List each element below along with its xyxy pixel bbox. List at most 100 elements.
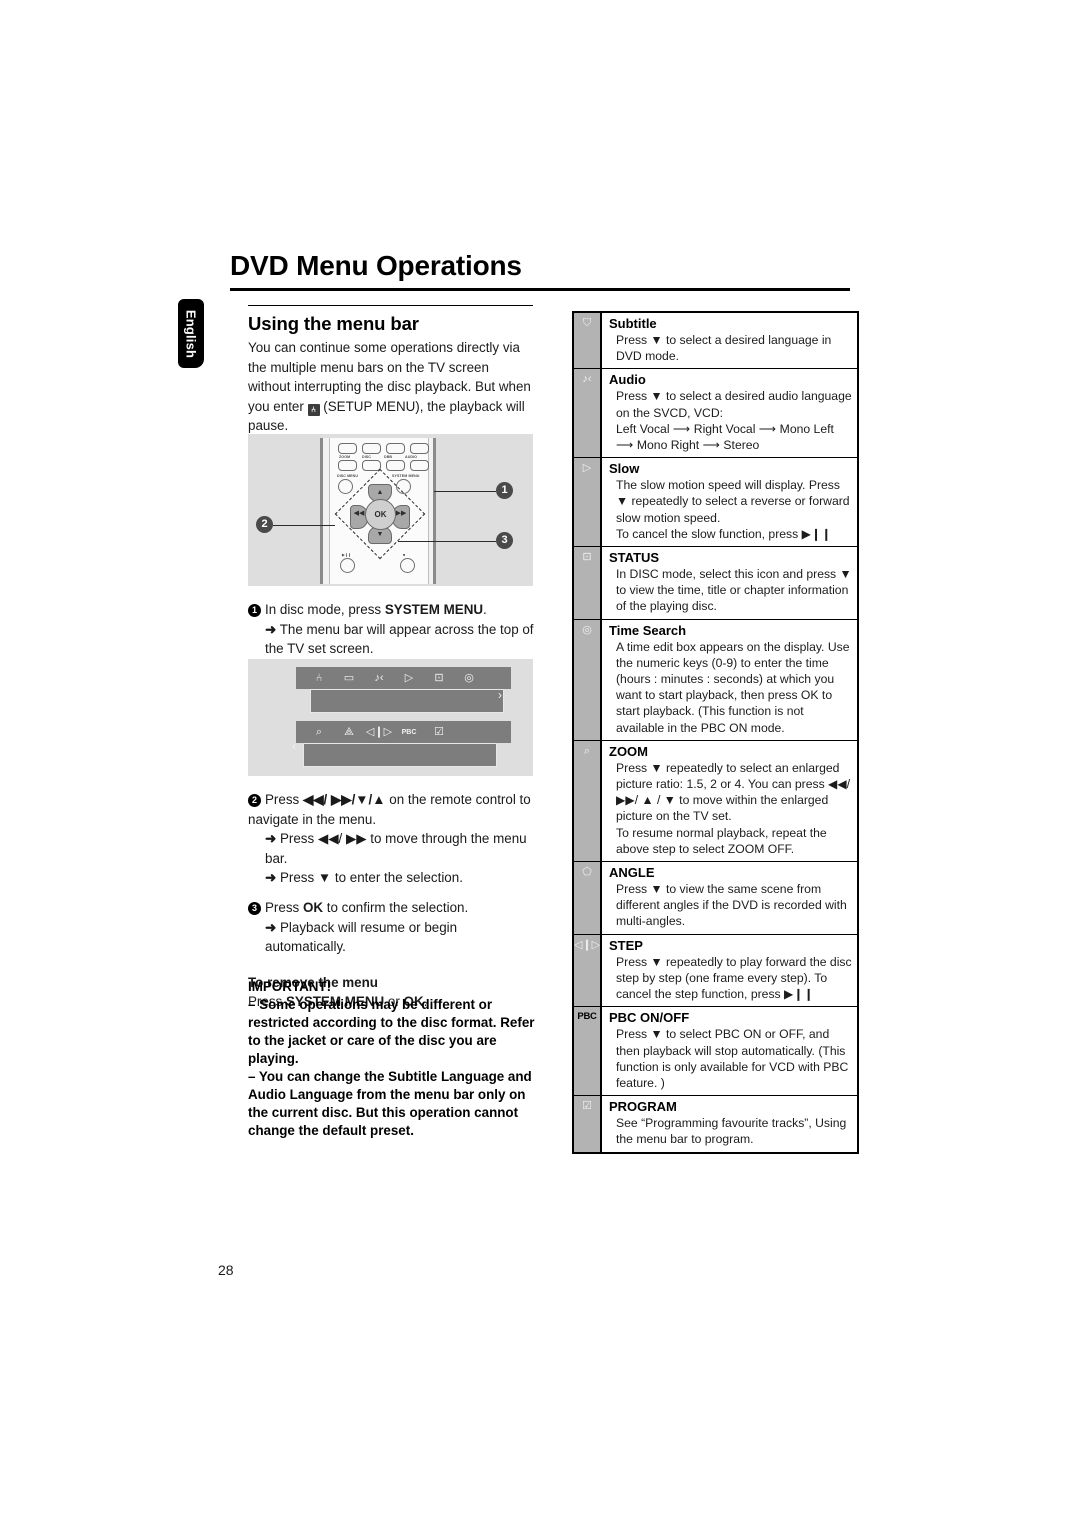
table-row-icon-cell: ⛉ bbox=[574, 313, 602, 369]
step-1-number: 1 bbox=[248, 604, 261, 617]
pbc-icon[interactable]: PBC bbox=[394, 729, 424, 736]
step-icon[interactable]: ◁❙▷ bbox=[364, 726, 394, 738]
audio-icon[interactable]: ♪‹ bbox=[364, 672, 394, 684]
remote-button-ok[interactable]: OK bbox=[365, 499, 396, 530]
step-2: 2 Press ◀◀/ ▶▶/▼/▲ on the remote control … bbox=[248, 790, 538, 829]
remote-label-zoom: ZOOM bbox=[339, 455, 351, 459]
remote-button-play-pause[interactable] bbox=[340, 558, 355, 573]
section-heading: Using the menu bar bbox=[248, 313, 419, 334]
pbc-icon: PBC bbox=[577, 1011, 597, 1023]
table-row-body: PROGRAM See “Programming favourite tracks… bbox=[602, 1096, 857, 1151]
step-2-sub-2: ➜ Press ▼ to enter the selection. bbox=[248, 868, 538, 888]
table-row-body: Subtitle Press ▼ to select a desired lang… bbox=[602, 313, 857, 368]
table-row-title: Subtitle bbox=[609, 316, 657, 331]
table-row: ◁❙▷ STEP Press ▼ repeatedly to play forwar… bbox=[574, 934, 857, 1008]
step-3-sub-1: ➜ Playback will resume or begin automati… bbox=[248, 918, 538, 957]
table-row-title: Slow bbox=[609, 461, 640, 477]
status-icon: ⊡ bbox=[582, 551, 592, 564]
step-3-sub-1-text: Playback will resume or begin automatica… bbox=[265, 919, 458, 955]
table-row-title: PROGRAM bbox=[609, 1099, 677, 1115]
table-row-body: PBC ON/OFF Press ▼ to select PBC ON or OF… bbox=[602, 1007, 857, 1095]
zoom-icon: ⌕ bbox=[583, 744, 591, 757]
step-3-text-before: Press bbox=[265, 899, 303, 915]
menu-bar-row-2-panel bbox=[303, 743, 497, 767]
menu-bar-row-2-icons: ⌕ ⟁ ◁❙▷ PBC ☑ bbox=[304, 724, 454, 740]
remote-dpad: ▲ ▼ ◀◀ ▶▶ OK bbox=[350, 484, 410, 544]
important-block: IMPORTANT! – Some operations may be diff… bbox=[248, 978, 548, 1140]
menu-bar-figure: ⑃ ▭ ♪‹ ▷ ⊡ ◎ › ⌕ ⟁ ◁❙▷ PBC ☑ ‹ bbox=[248, 659, 533, 776]
subtitle-icon[interactable]: ▭ bbox=[334, 672, 364, 684]
table-row-title: PBC ON/OFF bbox=[609, 1010, 690, 1026]
remote-button-blank3[interactable] bbox=[386, 443, 405, 454]
setup-icon[interactable]: ⑃ bbox=[304, 672, 334, 684]
page-number: 28 bbox=[218, 1262, 234, 1278]
step-2-bold: ◀◀/ ▶▶/▼/▲ bbox=[302, 792, 386, 807]
remote-label-system-menu: SYSTEM MENU bbox=[392, 474, 420, 478]
remote-button-stop[interactable] bbox=[400, 558, 415, 573]
page-title: DVD Menu Operations bbox=[230, 250, 522, 281]
remote-button-dbb[interactable] bbox=[386, 460, 405, 471]
table-row: ♪‹ Audio Press ▼ to select a desired audio… bbox=[574, 369, 857, 459]
table-row-description: The slow motion speed will display. Pres… bbox=[616, 478, 850, 541]
table-row: ▷ Slow The slow motion speed will display.… bbox=[574, 458, 857, 548]
step-3: 3 Press OK to confirm the selection. bbox=[248, 898, 538, 918]
step-2-sub-1: ➜ Press ◀◀/ ▶▶ to move through the menu … bbox=[248, 829, 538, 868]
remote-body: ZOOM DISC DBB AUDIO DISC MENU SYSTEM MEN… bbox=[320, 438, 436, 584]
table-row-title: ANGLE bbox=[609, 865, 655, 881]
table-row-body: Slow The slow motion speed will display. … bbox=[602, 458, 857, 546]
intro-paragraph: You can continue some operations directl… bbox=[248, 338, 533, 436]
remote-button-blank2[interactable] bbox=[362, 443, 381, 454]
program-icon[interactable]: ☑ bbox=[424, 726, 454, 738]
remote-label-disc: DISC bbox=[362, 455, 371, 459]
zoom-icon[interactable]: ⌕ bbox=[304, 726, 334, 738]
remote-function-buttons bbox=[338, 460, 429, 471]
arrow-icon: ➜ bbox=[265, 919, 277, 935]
table-row: PBC PBC ON/OFF Press ▼ to select PBC ON or… bbox=[574, 1007, 857, 1097]
menu-bar-right-arrow-icon: › bbox=[498, 688, 502, 702]
step-1-text-after: . bbox=[483, 602, 487, 617]
section-divider bbox=[248, 305, 533, 306]
table-row: ⬠ ANGLE Press ▼ to view the same scene fro… bbox=[574, 862, 857, 935]
callout-1-leader bbox=[434, 491, 496, 492]
language-tab-label: English bbox=[183, 309, 199, 358]
table-row: ⌕ ZOOM Press ▼ repeatedly to select an enl… bbox=[574, 740, 857, 863]
step-1-sub-1-text: The menu bar will appear across the top … bbox=[265, 621, 534, 657]
callout-1: 1 bbox=[496, 482, 513, 499]
table-row-description: Press ▼ to view the same scene from diff… bbox=[616, 882, 847, 929]
language-tab: English bbox=[178, 299, 204, 368]
callout-3-leader bbox=[398, 541, 496, 542]
status-icon[interactable]: ⊡ bbox=[424, 672, 454, 684]
menu-bar-row-1-icons: ⑃ ▭ ♪‹ ▷ ⊡ ◎ bbox=[304, 670, 484, 686]
step-3-bold: OK bbox=[302, 899, 324, 915]
remote-label-dbb: DBB bbox=[384, 455, 393, 459]
remote-label-disc-menu: DISC MENU bbox=[337, 474, 359, 478]
table-row: ◎ Time Search A time edit box appears on t… bbox=[574, 619, 857, 741]
remote-button-blank1[interactable] bbox=[338, 443, 357, 454]
time-search-icon[interactable]: ◎ bbox=[454, 672, 484, 684]
table-row-icon-cell: ⬠ bbox=[574, 862, 602, 934]
step-2-sub-1-text: Press ◀◀/ ▶▶ to move through the menu ba… bbox=[265, 831, 527, 866]
angle-icon[interactable]: ⟁ bbox=[334, 726, 364, 738]
remote-button-audio[interactable] bbox=[410, 460, 429, 471]
table-row-body: Time Search A time edit box appears on th… bbox=[602, 620, 857, 740]
table-row-description: See “Programming favourite tracks”, Usin… bbox=[616, 1116, 847, 1147]
table-row-icon-cell: ◎ bbox=[574, 619, 602, 740]
time-search-icon: ◎ bbox=[582, 623, 592, 636]
arrow-icon: ➜ bbox=[265, 831, 277, 847]
remote-label-audio: AUDIO bbox=[405, 455, 418, 459]
remote-button-zoom[interactable] bbox=[338, 460, 357, 471]
remote-label-play-pause: ▶❙❙ bbox=[342, 553, 352, 557]
table-row-body: STATUS In DISC mode, select this icon and… bbox=[602, 547, 857, 619]
step-2-number: 2 bbox=[248, 794, 261, 807]
step-2-sub-2-text: Press ▼ to enter the selection. bbox=[279, 870, 463, 886]
remote-button-blank4[interactable] bbox=[410, 443, 429, 454]
setup-menu-icon: ⑃ bbox=[307, 403, 320, 416]
steps-block: 1 In disc mode, press SYSTEM MENU. ➜ The … bbox=[248, 600, 538, 659]
important-bullet-2: – You can change the Subtitle Language a… bbox=[248, 1069, 532, 1138]
table-row: ⊡ STATUS In DISC mode, select this icon an… bbox=[574, 547, 857, 620]
step-1-bold: SYSTEM MENU bbox=[384, 602, 484, 617]
slow-icon[interactable]: ▷ bbox=[394, 672, 424, 684]
step-3-text-after: to confirm the selection. bbox=[323, 899, 469, 915]
table-row-body: ANGLE Press ▼ to view the same scene from… bbox=[602, 862, 857, 934]
table-row-title: ZOOM bbox=[609, 743, 648, 759]
